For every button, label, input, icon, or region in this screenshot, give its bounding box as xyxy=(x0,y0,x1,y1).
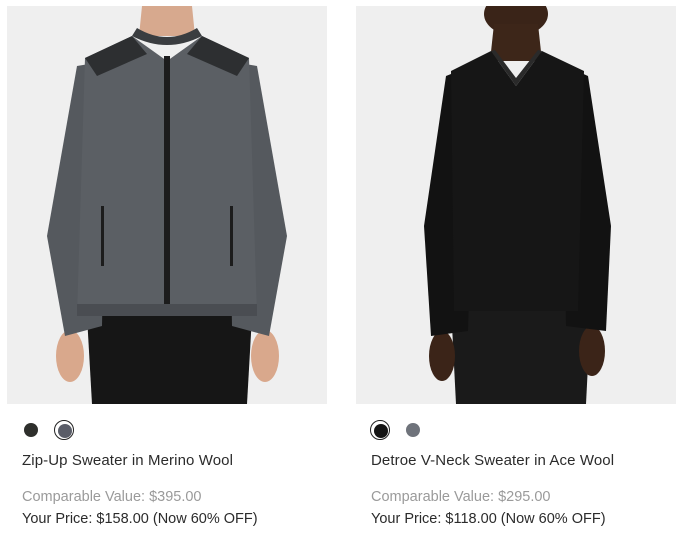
swatch-color-dot xyxy=(374,424,388,438)
product-name[interactable]: Detroe V-Neck Sweater in Ace Wool xyxy=(371,452,614,469)
product-card[interactable]: Detroe V-Neck Sweater in Ace Wool Compar… xyxy=(356,0,676,538)
product-card[interactable]: Zip-Up Sweater in Merino Wool Comparable… xyxy=(7,0,327,538)
your-price: Your Price: $158.00 (Now 60% OFF) xyxy=(22,511,258,527)
swatch-color-dot xyxy=(58,424,72,438)
product-name[interactable]: Zip-Up Sweater in Merino Wool xyxy=(22,452,233,469)
swatch-color-dot xyxy=(406,423,420,437)
comparable-value: Comparable Value: $395.00 xyxy=(22,489,202,505)
swatch-grey[interactable] xyxy=(403,420,423,440)
product-image-zip-up-sweater[interactable] xyxy=(7,6,327,404)
product-image-v-neck-sweater[interactable] xyxy=(356,6,676,404)
swatch-grey-selected[interactable] xyxy=(54,420,74,440)
comparable-value: Comparable Value: $295.00 xyxy=(371,489,551,505)
swatch-color-dot xyxy=(24,423,38,437)
swatch-black-selected[interactable] xyxy=(370,420,390,440)
swatch-charcoal[interactable] xyxy=(21,420,41,440)
your-price: Your Price: $118.00 (Now 60% OFF) xyxy=(371,511,606,527)
